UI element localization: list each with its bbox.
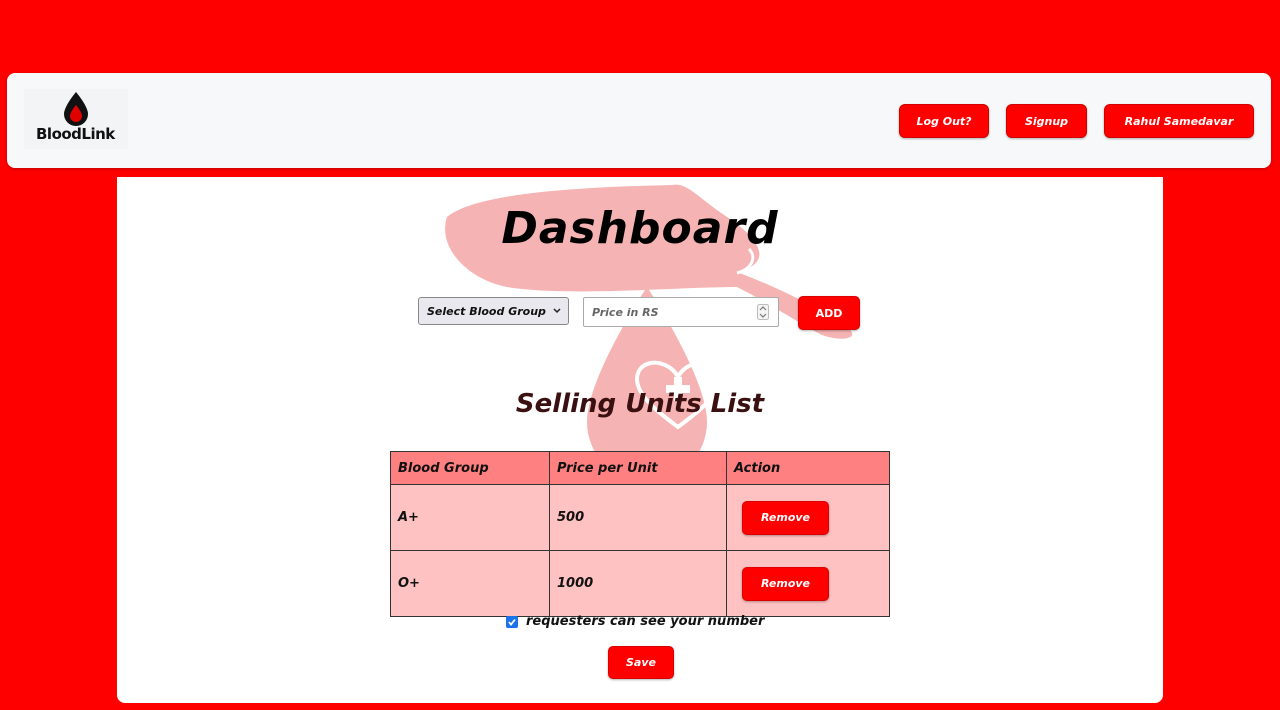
cell-price: 500 xyxy=(549,484,727,551)
table-row: A+ 500 Remove xyxy=(390,484,890,551)
show-number-label: requesters can see your number xyxy=(526,614,765,629)
checkmark-icon xyxy=(508,618,516,626)
column-header-blood-group: Blood Group xyxy=(390,451,550,485)
price-input[interactable] xyxy=(583,297,779,327)
cell-price: 1000 xyxy=(549,550,727,617)
number-spinner-icon[interactable] xyxy=(757,304,769,320)
cell-action: Remove xyxy=(726,484,890,551)
cell-blood-group: A+ xyxy=(390,484,550,551)
logout-button[interactable]: Log Out? xyxy=(899,104,989,138)
cell-blood-group: O+ xyxy=(390,550,550,617)
table-row: O+ 1000 Remove xyxy=(390,550,890,617)
table-header-row: Blood Group Price per Unit Action xyxy=(390,451,890,485)
units-list-title: Selling Units List xyxy=(515,389,765,419)
column-header-price: Price per Unit xyxy=(549,451,727,485)
chevron-down-icon xyxy=(553,308,561,314)
dashboard-card: Dashboard Select Blood Group ADD Selling… xyxy=(117,177,1163,703)
blood-group-select-value: Select Blood Group xyxy=(427,304,546,318)
units-table: Blood Group Price per Unit Action A+ 500… xyxy=(390,451,890,617)
save-button[interactable]: Save xyxy=(608,646,674,679)
remove-button[interactable]: Remove xyxy=(742,566,829,601)
add-button[interactable]: ADD xyxy=(798,296,860,330)
page-title: Dashboard xyxy=(501,203,779,254)
logo[interactable]: BloodLink xyxy=(24,89,128,149)
show-number-checkbox[interactable] xyxy=(506,615,518,628)
blood-drop-icon xyxy=(64,92,88,126)
show-number-option: requesters can see your number xyxy=(506,614,764,629)
column-header-action: Action xyxy=(726,451,890,485)
signup-button[interactable]: Signup xyxy=(1006,104,1087,138)
logo-text: BloodLink xyxy=(36,125,115,143)
remove-button[interactable]: Remove xyxy=(742,500,829,535)
blood-group-select[interactable]: Select Blood Group xyxy=(418,297,569,325)
navbar: BloodLink Log Out? Signup Rahul Samedava… xyxy=(7,73,1271,168)
cell-action: Remove xyxy=(726,550,890,617)
user-profile-button[interactable]: Rahul Samedavar xyxy=(1104,104,1254,138)
